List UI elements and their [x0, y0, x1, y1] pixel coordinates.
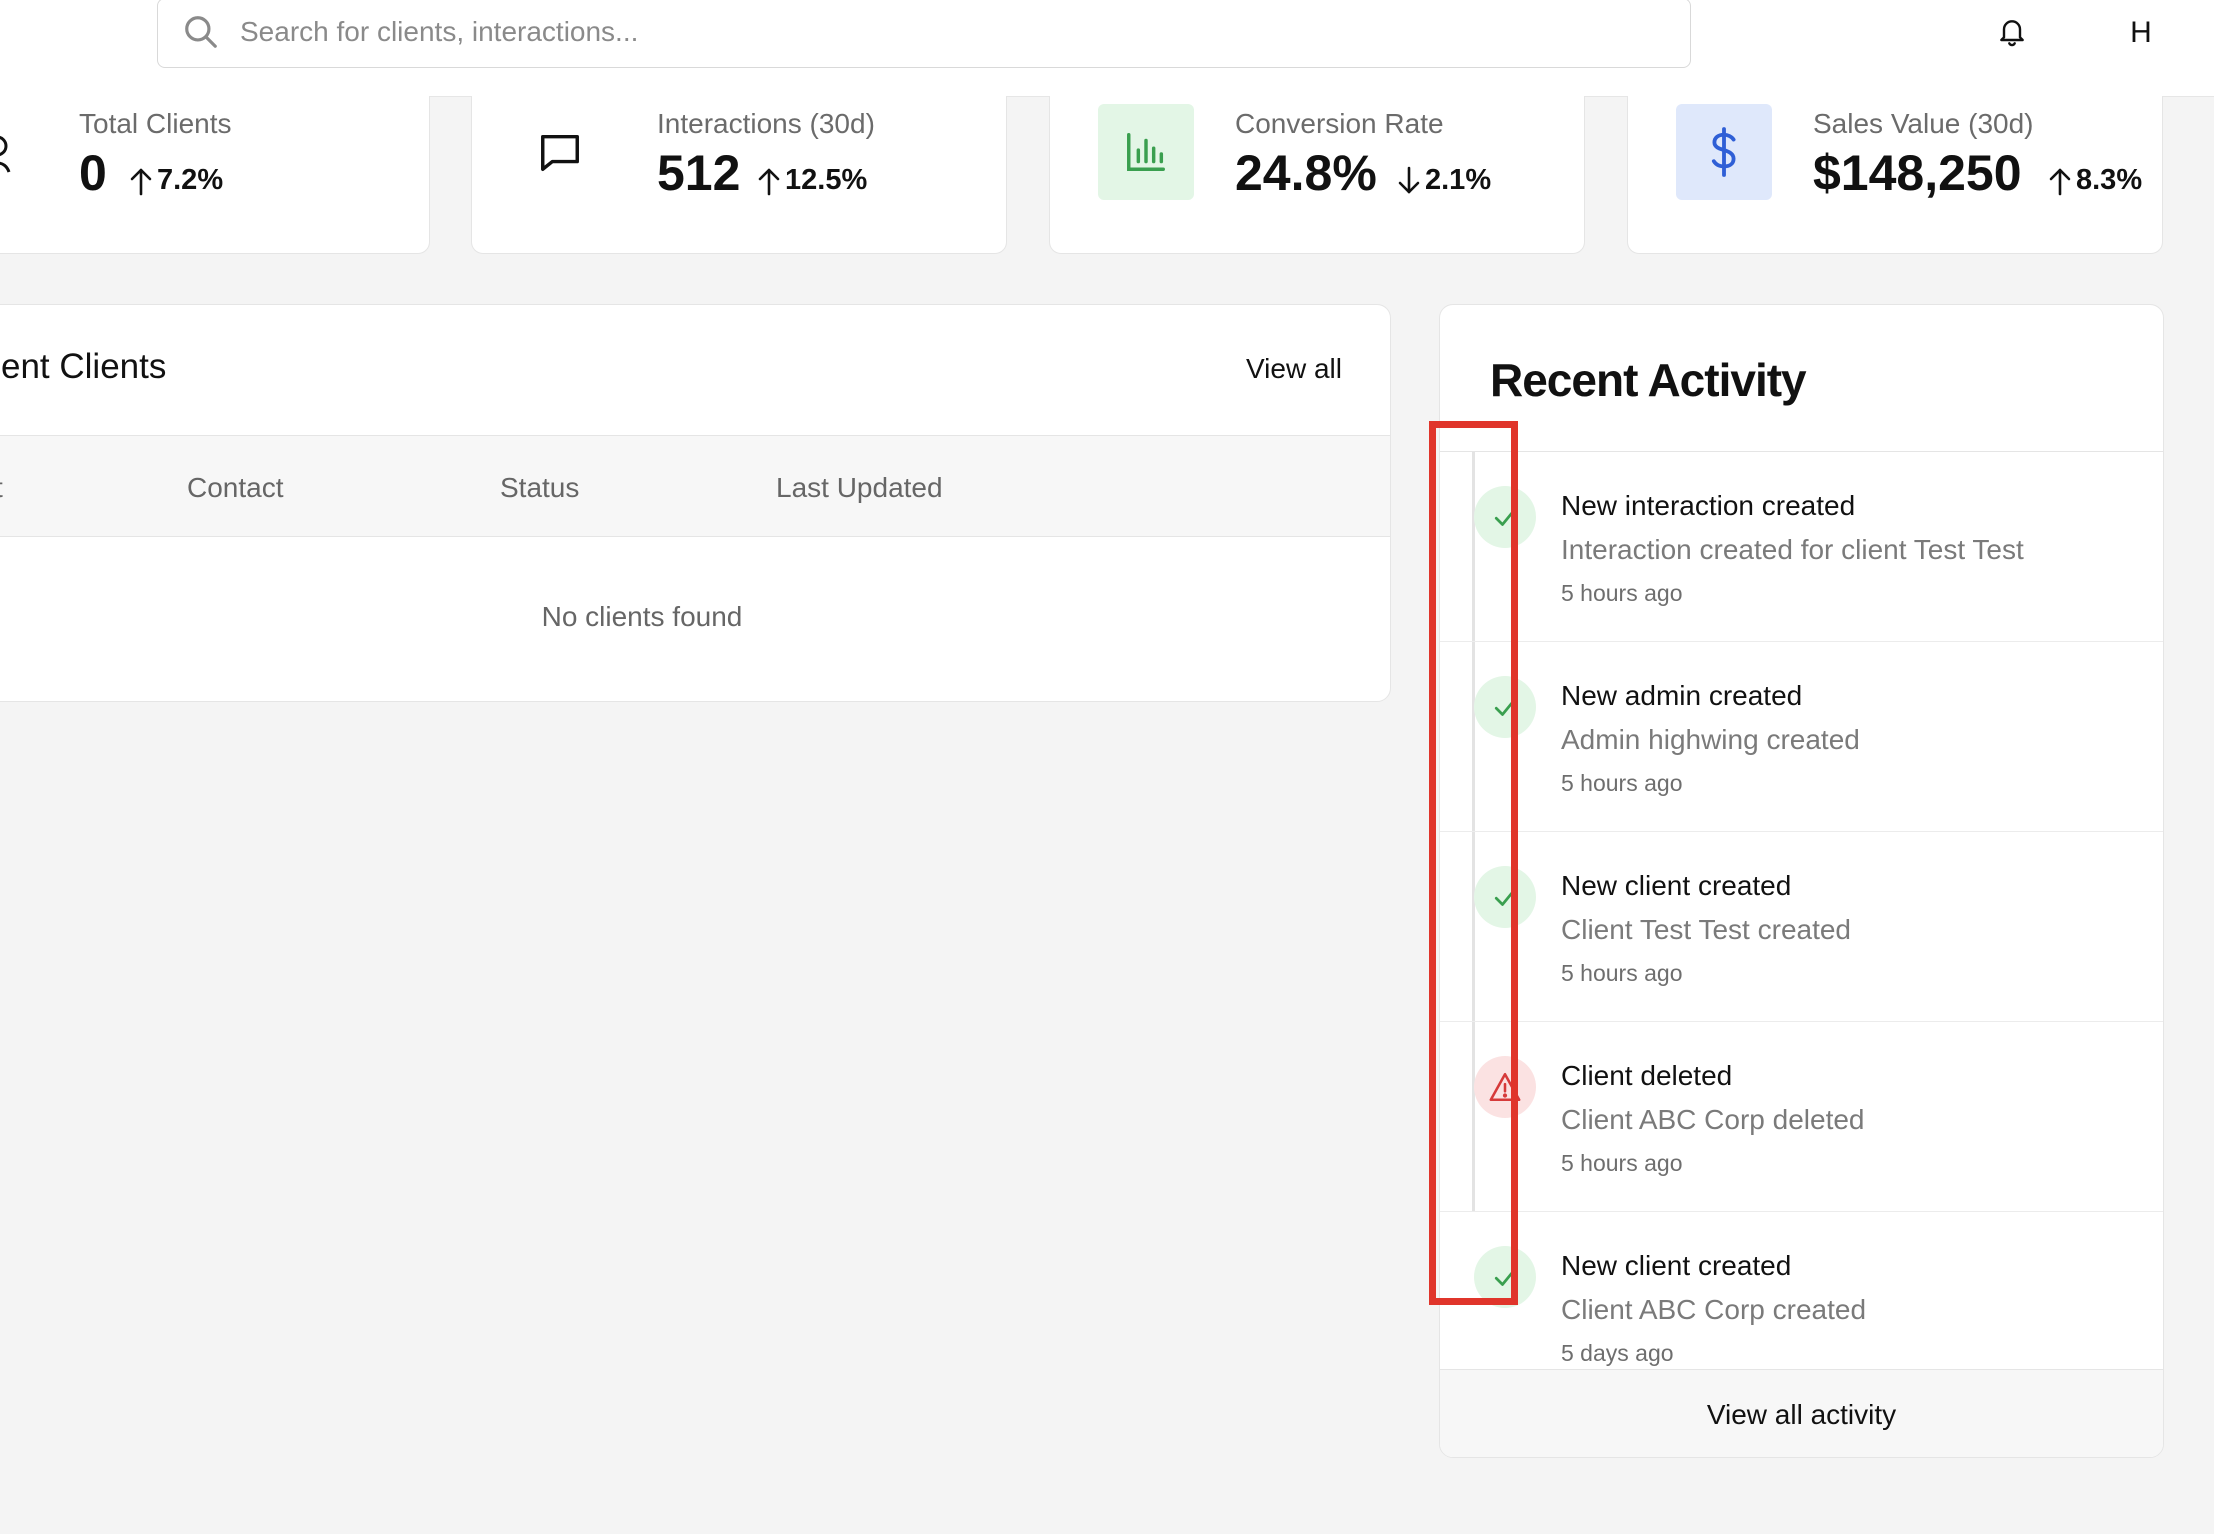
users-icon — [0, 135, 11, 173]
stat-change-value: 12.5% — [785, 164, 868, 196]
warning-indicator — [1474, 1056, 1536, 1118]
activity-item[interactable]: New interaction created Interaction crea… — [1440, 452, 2163, 642]
activity-time: 5 hours ago — [1561, 580, 1683, 606]
column-header-status[interactable]: Status — [500, 472, 579, 504]
success-indicator — [1474, 676, 1536, 738]
recent-clients-title: ent Clients — [1, 347, 167, 386]
success-indicator — [1474, 1246, 1536, 1308]
activity-title: New interaction created — [1561, 490, 1856, 521]
activity-item[interactable]: New admin created Admin highwing created… — [1440, 642, 2163, 832]
check-icon — [1494, 509, 1516, 526]
activity-time: 5 hours ago — [1561, 770, 1683, 796]
activity-description: Client ABC Corp created — [1561, 1294, 1867, 1325]
stat-label: Conversion Rate — [1235, 108, 1444, 139]
stat-value: 512 — [657, 145, 741, 201]
stat-change: 12.5% — [757, 164, 867, 197]
activity-item[interactable]: New client created Client ABC Corp creat… — [1440, 1212, 2163, 1370]
stat-value: $148,250 — [1813, 145, 2022, 201]
stat-label: Total Clients — [79, 108, 232, 139]
column-header[interactable]: t — [0, 472, 3, 504]
check-icon — [1494, 699, 1516, 716]
recent-activity-title: Recent Activity — [1490, 354, 1807, 406]
stat-icon-container — [1098, 104, 1194, 200]
activity-description: Client Test Test created — [1561, 914, 1852, 945]
stat-icon-container — [512, 104, 608, 200]
message-icon — [541, 134, 579, 171]
activity-title: New admin created — [1561, 680, 1803, 711]
activity-list: New interaction created Interaction crea… — [1440, 451, 2163, 1370]
check-icon — [1494, 1269, 1516, 1286]
activity-description: Interaction created for client Test Test — [1561, 534, 2024, 565]
stat-label: Interactions (30d) — [657, 108, 875, 139]
top-bar: H — [0, 0, 2214, 97]
bar-chart-icon — [1127, 133, 1165, 171]
activity-title: New client created — [1561, 1250, 1792, 1281]
activity-time: 5 hours ago — [1561, 1150, 1683, 1176]
stat-card-sales-value: Sales Value (30d) $148,250 8.3% — [1627, 96, 2163, 254]
activity-description: Admin highwing created — [1561, 724, 1860, 755]
activity-item[interactable]: New client created Client Test Test crea… — [1440, 832, 2163, 1022]
search-input[interactable] — [238, 11, 1642, 53]
clients-table-header: t Contact Status Last Updated — [0, 435, 1390, 537]
activity-title: Client deleted — [1561, 1060, 1733, 1091]
stat-card-interactions: Interactions (30d) 512 12.5% — [471, 96, 1007, 254]
stat-change: 2.1% — [1397, 164, 1491, 197]
stat-change-value: 2.1% — [1425, 164, 1492, 196]
stat-card-conversion-rate: Conversion Rate 24.8% 2.1% — [1049, 96, 1585, 254]
column-header-last-updated[interactable]: Last Updated — [776, 472, 943, 504]
activity-time: 5 days ago — [1561, 1340, 1674, 1366]
recent-clients-panel: ent Clients View all t Contact Status La… — [0, 304, 1391, 702]
dollar-icon — [1711, 127, 1736, 177]
user-avatar[interactable]: H — [2120, 10, 2162, 56]
stat-change-value: 7.2% — [157, 164, 224, 196]
stat-change: 8.3% — [2048, 164, 2142, 197]
stat-value: 0 — [79, 145, 107, 201]
arrow-up-icon — [130, 168, 152, 195]
success-indicator — [1474, 866, 1536, 928]
view-all-activity-button[interactable]: View all activity — [1440, 1369, 2163, 1457]
bell-icon[interactable] — [1996, 14, 2028, 50]
arrow-up-icon — [2049, 168, 2071, 195]
stat-card-total-clients: Total Clients 0 7.2% — [0, 96, 430, 254]
column-header-contact[interactable]: Contact — [187, 472, 284, 504]
activity-item[interactable]: Client deleted Client ABC Corp deleted 5… — [1440, 1022, 2163, 1212]
view-all-clients-link[interactable]: View all — [1246, 353, 1342, 385]
stat-icon-container — [1676, 104, 1772, 200]
search-bar[interactable] — [157, 0, 1691, 68]
stat-value: 24.8% — [1235, 145, 1377, 201]
empty-state-text: No clients found — [541, 601, 743, 632]
stat-change-value: 8.3% — [2076, 164, 2143, 196]
stat-label: Sales Value (30d) — [1813, 108, 2034, 139]
alert-triangle-icon — [1489, 1072, 1521, 1102]
stat-change: 7.2% — [129, 164, 223, 197]
activity-description: Client ABC Corp deleted — [1561, 1104, 1865, 1135]
success-indicator — [1474, 486, 1536, 548]
activity-title: New client created — [1561, 870, 1792, 901]
activity-time: 5 hours ago — [1561, 960, 1683, 986]
arrow-up-icon — [758, 168, 780, 195]
arrow-down-icon — [1398, 166, 1420, 193]
check-icon — [1494, 889, 1516, 906]
recent-activity-panel: Recent Activity New interaction created … — [1439, 304, 2164, 1458]
search-icon — [185, 16, 217, 48]
